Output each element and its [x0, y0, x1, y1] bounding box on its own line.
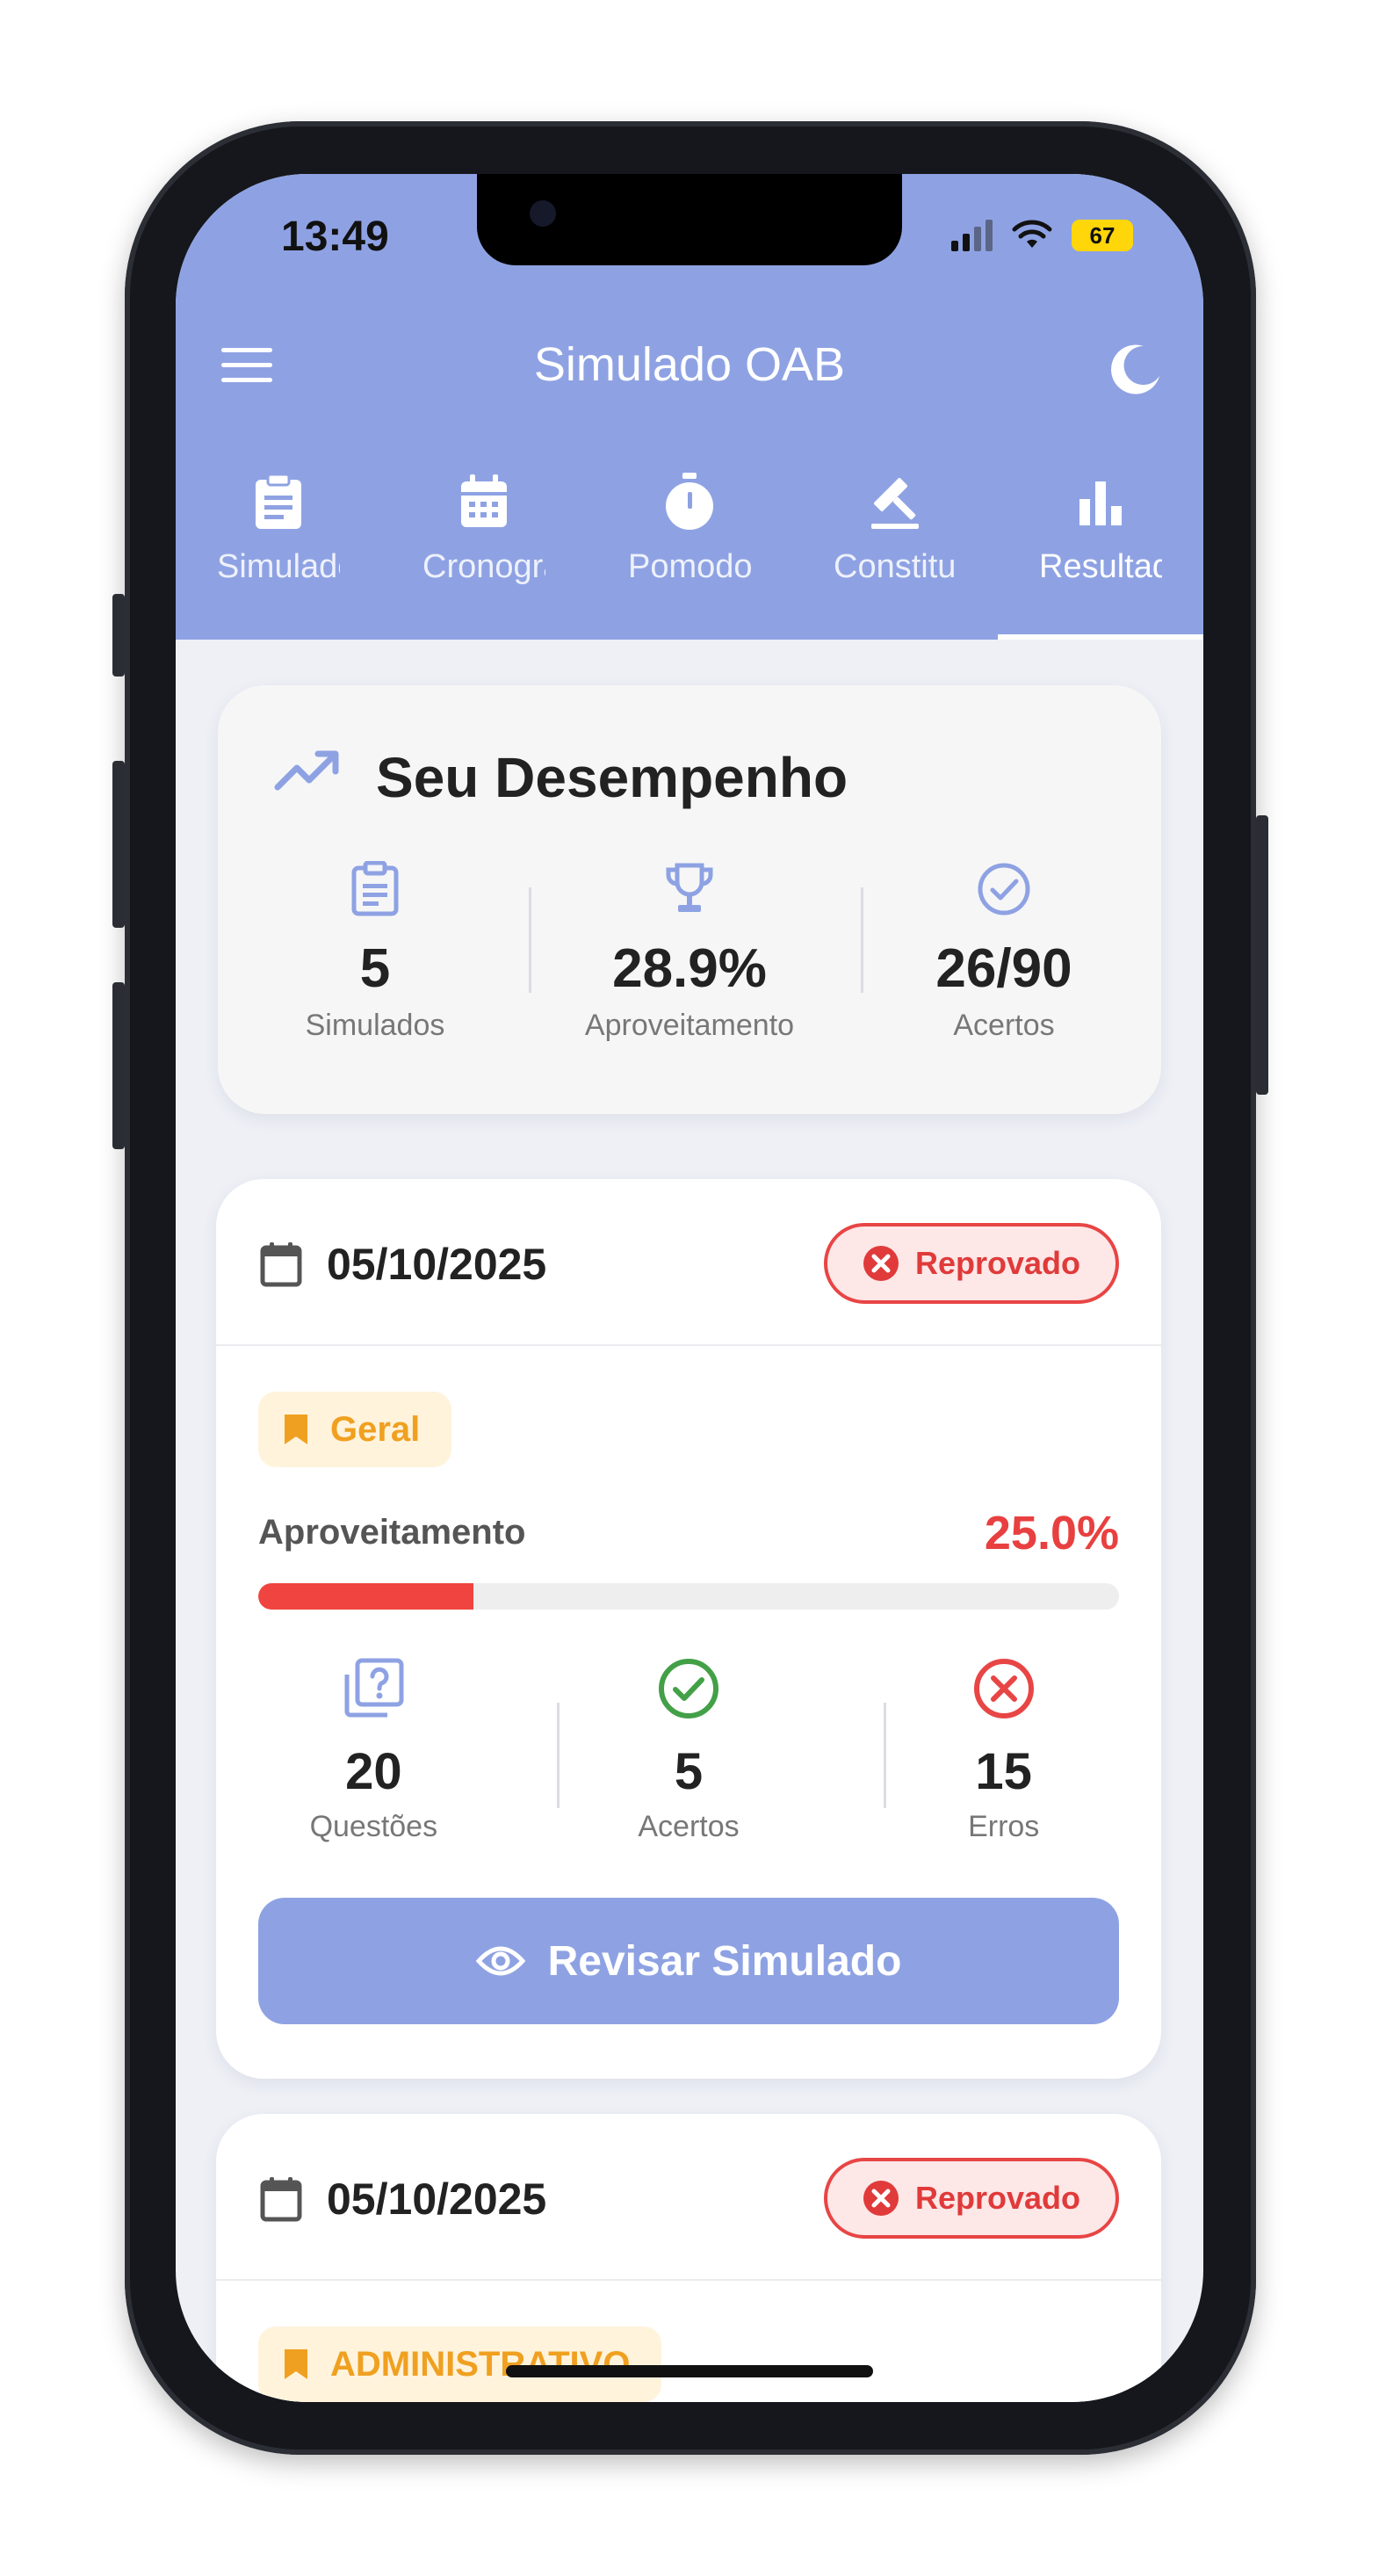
date-text: 05/10/2025	[327, 2174, 547, 2224]
simulation-card: 05/10/2025 Reprovado ADMINISTRATIVO	[216, 2114, 1161, 2402]
stat-erros: 15 Erros	[846, 1657, 1161, 1844]
status-icons: 67	[951, 220, 1133, 251]
tab-label: Cronograma	[422, 548, 545, 585]
trophy-icon	[666, 863, 713, 912]
battery-icon: 67	[1072, 220, 1133, 251]
stat-value: 5	[674, 1743, 704, 1800]
calendar-icon	[260, 1242, 302, 1287]
simulation-header: 05/10/2025 Reprovado	[216, 2114, 1161, 2281]
notch	[477, 174, 902, 265]
timer-icon	[666, 473, 713, 530]
status-text: Reprovado	[914, 2180, 1081, 2216]
tab-cronograma[interactable]: Cronograma	[381, 464, 587, 640]
volume-down-button	[112, 982, 125, 1149]
error-circle-icon	[973, 1659, 1034, 1719]
tab-bar: Simulados Cronograma Pomodoro	[176, 464, 1203, 640]
tab-label: Simulados	[217, 548, 340, 585]
moon-icon[interactable]	[1108, 341, 1165, 397]
bar-chart-icon	[1079, 481, 1122, 525]
tab-pomodoro[interactable]: Pomodoro	[587, 464, 792, 640]
simulation-header: 05/10/2025 Reprovado	[216, 1179, 1161, 1346]
aproveitamento-label: Aproveitamento	[258, 1513, 526, 1552]
tab-constituicao[interactable]: Constituição	[792, 464, 998, 640]
stat-value: 5	[359, 938, 391, 999]
active-tab-indicator	[998, 634, 1203, 640]
simulation-date: 05/10/2025	[260, 2174, 546, 2225]
close-circle-icon	[863, 2181, 899, 2216]
tab-label: Pomodoro	[628, 548, 751, 585]
stat-label: Simulados	[305, 1009, 445, 1042]
status-text: Reprovado	[914, 1245, 1081, 1281]
silent-switch	[112, 594, 125, 677]
performance-title: Seu Desempenho	[376, 746, 848, 809]
performance-card: Seu Desempenho 5 Simulados 28.9% Aprovei…	[218, 685, 1161, 1114]
progress-bar	[258, 1583, 1119, 1610]
date-text: 05/10/2025	[327, 1240, 547, 1289]
close-circle-icon	[863, 1246, 899, 1281]
stat-label: Aproveitamento	[584, 1009, 795, 1042]
divider	[861, 887, 863, 993]
tab-simulados[interactable]: Simulados	[176, 464, 381, 640]
clipboard-icon	[351, 860, 399, 916]
trending-up-icon	[274, 750, 339, 791]
divider	[529, 887, 531, 993]
signal-icon	[951, 220, 993, 251]
stat-value: 20	[345, 1743, 402, 1800]
stat-label: Questões	[309, 1810, 438, 1843]
tab-resultados[interactable]: Resultados	[998, 464, 1203, 640]
stat-value: 28.9%	[612, 938, 767, 999]
stat-acertos: 5 Acertos	[531, 1657, 847, 1844]
stat-aproveitamento: 28.9% Aproveitamento	[532, 861, 847, 1043]
status-badge: Reprovado	[824, 2158, 1119, 2239]
performance-stats: 5 Simulados 28.9% Aproveitamento 26/90 A…	[218, 860, 1161, 1043]
power-button	[1256, 815, 1268, 1095]
calendar-icon	[461, 474, 507, 527]
stat-label: Acertos	[638, 1810, 740, 1843]
calendar-icon	[260, 2177, 302, 2222]
aproveitamento-value: 25.0%	[984, 1507, 1119, 1559]
category-text: Geral	[330, 1409, 421, 1449]
status-time: 13:49	[281, 213, 389, 260]
stat-label: Acertos	[953, 1009, 1055, 1042]
category-tag: ADMINISTRATIVO	[258, 2326, 662, 2402]
quiz-icon	[344, 1658, 404, 1718]
stat-value: 26/90	[935, 938, 1072, 999]
progress-fill	[258, 1583, 473, 1610]
stat-questoes: 20 Questões	[216, 1657, 531, 1844]
eye-icon	[475, 1946, 525, 1976]
check-circle-icon	[978, 863, 1030, 915]
volume-up-button	[112, 761, 125, 928]
bookmark-icon	[285, 1415, 307, 1444]
app-title: Simulado OAB	[533, 338, 846, 391]
clipboard-icon	[256, 473, 301, 529]
stat-simulados: 5 Simulados	[218, 860, 532, 1043]
wifi-icon	[1012, 220, 1052, 248]
divider	[884, 1703, 886, 1808]
camera	[530, 200, 556, 227]
tab-label: Constituição	[834, 548, 957, 585]
gavel-icon	[871, 478, 919, 529]
check-circle-icon	[659, 1659, 718, 1719]
home-indicator[interactable]	[506, 2365, 873, 2377]
review-simulation-button[interactable]: Revisar Simulado	[258, 1898, 1119, 2024]
stat-label: Erros	[968, 1810, 1040, 1843]
simulation-date: 05/10/2025	[260, 1239, 546, 1290]
screen: 13:49 67 Simulado OAB Simulad Cronogr Po…	[176, 174, 1203, 2402]
category-text: ADMINISTRATIVO	[330, 2344, 631, 2384]
category-tag: Geral	[258, 1392, 452, 1467]
tab-label: Resultados	[1039, 548, 1162, 585]
status-badge: Reprovado	[824, 1223, 1119, 1304]
stat-value: 15	[975, 1743, 1032, 1800]
simulation-stats: 20 Questões 5 Acertos 15 Erros	[216, 1657, 1161, 1844]
simulation-card: 05/10/2025 Reprovado Geral Aproveitament…	[216, 1179, 1161, 2079]
review-button-label: Revisar Simulado	[547, 1937, 902, 1985]
bookmark-icon	[285, 2349, 307, 2379]
stat-acertos: 26/90 Acertos	[847, 861, 1161, 1043]
divider	[557, 1703, 560, 1808]
